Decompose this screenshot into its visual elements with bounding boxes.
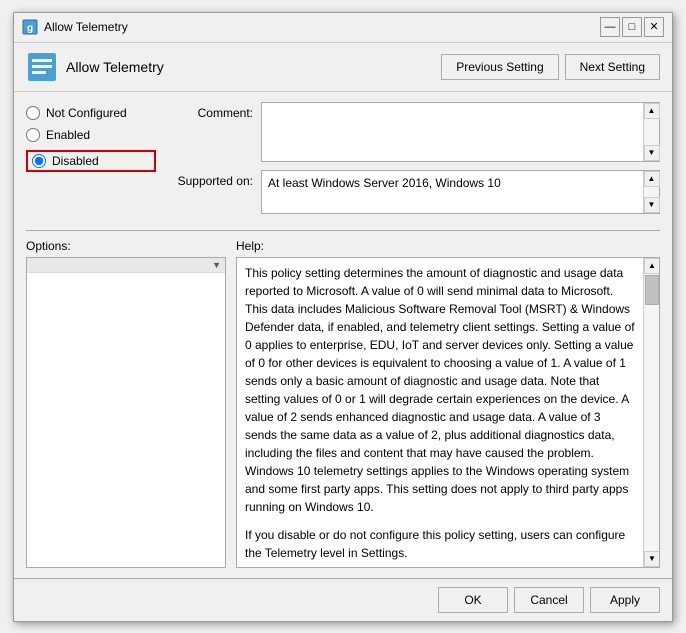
- help-box: This policy setting determines the amoun…: [236, 257, 660, 568]
- options-title: Options:: [26, 239, 226, 253]
- disabled-option-box: Disabled: [26, 150, 156, 172]
- minimize-button[interactable]: —: [600, 17, 620, 37]
- not-configured-radio[interactable]: [26, 106, 40, 120]
- not-configured-label: Not Configured: [46, 106, 127, 120]
- close-button[interactable]: ✕: [644, 17, 664, 37]
- comment-row: Comment: ▲ ▼: [168, 102, 660, 162]
- radio-panel: Not Configured Enabled Disabled: [26, 102, 156, 214]
- help-paragraph-1: This policy setting determines the amoun…: [245, 264, 635, 516]
- disabled-option[interactable]: Disabled: [32, 154, 99, 168]
- main-content: Not Configured Enabled Disabled Comme: [14, 92, 672, 578]
- options-box: ▼: [26, 257, 226, 568]
- supported-scroll-up[interactable]: ▲: [644, 171, 660, 187]
- bottom-section: Options: ▼ Help: This policy setting det…: [26, 239, 660, 568]
- help-panel: Help: This policy setting determines the…: [236, 239, 660, 568]
- options-panel: Options: ▼: [26, 239, 226, 568]
- supported-label: Supported on:: [168, 170, 253, 188]
- policy-icon: [26, 51, 58, 83]
- comment-scroll-track: [644, 119, 659, 145]
- comment-field-wrapper: ▲ ▼: [261, 102, 660, 162]
- header-buttons: Previous Setting Next Setting: [441, 54, 660, 80]
- dialog-window: g Allow Telemetry — □ ✕ Allow Telemetry …: [13, 12, 673, 622]
- supported-scroll-down[interactable]: ▼: [644, 197, 660, 213]
- enabled-option[interactable]: Enabled: [26, 128, 156, 142]
- top-section: Not Configured Enabled Disabled Comme: [26, 102, 660, 214]
- not-configured-option[interactable]: Not Configured: [26, 106, 156, 120]
- comment-scroll-down[interactable]: ▼: [644, 145, 660, 161]
- title-bar-controls: — □ ✕: [600, 17, 664, 37]
- supported-scrollbar: ▲ ▼: [643, 171, 659, 213]
- supported-row: Supported on: At least Windows Server 20…: [168, 170, 660, 214]
- enabled-radio[interactable]: [26, 128, 40, 142]
- footer: OK Cancel Apply: [14, 578, 672, 621]
- title-bar-left: g Allow Telemetry: [22, 19, 128, 35]
- help-scroll-thumb[interactable]: [645, 275, 659, 305]
- dropdown-arrow-icon: ▼: [212, 260, 221, 270]
- apply-button[interactable]: Apply: [590, 587, 660, 613]
- comment-input[interactable]: [262, 103, 643, 161]
- comment-scroll-up[interactable]: ▲: [644, 103, 660, 119]
- title-icon: g: [22, 19, 38, 35]
- help-scrollbar: ▲ ▼: [643, 258, 659, 567]
- disabled-radio[interactable]: [32, 154, 46, 168]
- enabled-label: Enabled: [46, 128, 90, 142]
- cancel-button[interactable]: Cancel: [514, 587, 584, 613]
- comment-label: Comment:: [168, 102, 253, 120]
- header-title: Allow Telemetry: [66, 59, 441, 75]
- divider: [26, 230, 660, 231]
- help-scroll-down[interactable]: ▼: [644, 551, 660, 567]
- supported-box: At least Windows Server 2016, Windows 10…: [261, 170, 660, 214]
- title-bar: g Allow Telemetry — □ ✕: [14, 13, 672, 43]
- right-panel: Comment: ▲ ▼ Supported on: At least: [168, 102, 660, 214]
- svg-text:g: g: [27, 23, 33, 34]
- maximize-button[interactable]: □: [622, 17, 642, 37]
- title-bar-text: Allow Telemetry: [44, 20, 128, 34]
- previous-setting-button[interactable]: Previous Setting: [441, 54, 558, 80]
- supported-value: At least Windows Server 2016, Windows 10: [262, 171, 643, 213]
- next-setting-button[interactable]: Next Setting: [565, 54, 660, 80]
- help-text: This policy setting determines the amoun…: [237, 258, 643, 567]
- help-title: Help:: [236, 239, 660, 253]
- help-scroll-up[interactable]: ▲: [644, 258, 660, 274]
- disabled-label: Disabled: [52, 154, 99, 168]
- help-scroll-track: [644, 306, 659, 551]
- comment-scrollbar: ▲ ▼: [643, 103, 659, 161]
- header-row: Allow Telemetry Previous Setting Next Se…: [14, 43, 672, 92]
- ok-button[interactable]: OK: [438, 587, 508, 613]
- supported-scroll-track: [644, 187, 659, 197]
- options-dropdown[interactable]: ▼: [27, 258, 225, 273]
- help-paragraph-2: If you disable or do not configure this …: [245, 526, 635, 562]
